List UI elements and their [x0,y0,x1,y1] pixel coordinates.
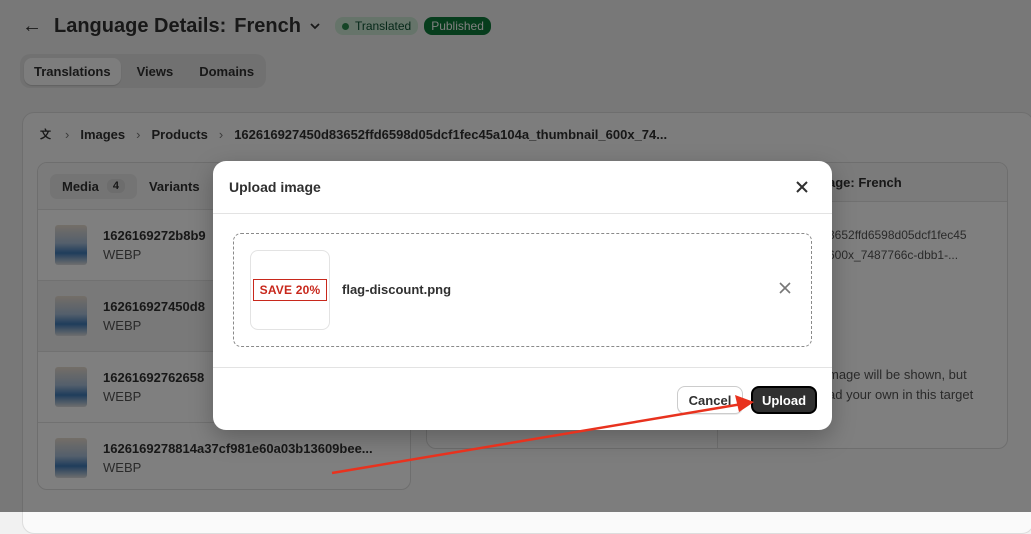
page: ← Language Details: French Translated Pu… [0,0,1031,534]
annotation-arrow-icon [331,395,754,475]
